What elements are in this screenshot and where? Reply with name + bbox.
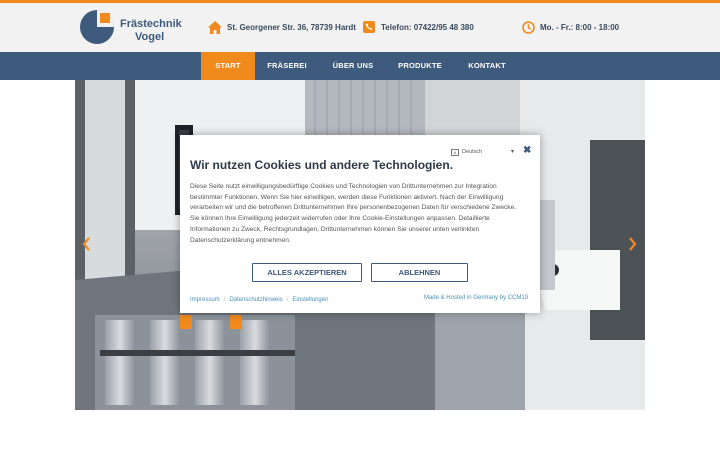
- main-nav: START FRÄSEREI ÜBER UNS PRODUKTE KONTAKT: [0, 52, 720, 80]
- nav-item-produkte[interactable]: PRODUKTE: [392, 52, 448, 80]
- language-select[interactable]: A Deutsch: [451, 147, 482, 157]
- link-separator: /: [286, 297, 289, 303]
- phone-icon: [362, 20, 376, 34]
- logo-accent-square: [100, 13, 110, 23]
- header-hours: Mo. - Fr.: 8:00 - 18:00: [521, 19, 619, 35]
- cookie-consent-dialog: A Deutsch ▾ ✖ Wir nutzen Cookies und and…: [180, 135, 540, 313]
- nav-item-kontakt[interactable]: KONTAKT: [459, 52, 515, 80]
- close-icon[interactable]: ✖: [523, 145, 531, 157]
- site-header: Frästechnik Vogel St. Georgener Str. 36,…: [0, 3, 720, 52]
- logo[interactable]: Frästechnik Vogel: [80, 10, 200, 48]
- logo-text-line2: Vogel: [135, 31, 165, 43]
- link-impressum[interactable]: Impressum: [190, 297, 220, 303]
- link-separator: /: [223, 297, 226, 303]
- phone-text: Telefon: 07422/95 48 380: [381, 22, 474, 32]
- language-icon: A: [451, 148, 459, 156]
- accept-all-button[interactable]: ALLES AKZEPTIEREN: [252, 263, 362, 282]
- nav-item-fraeserei[interactable]: FRÄSEREI: [258, 52, 316, 80]
- home-icon: [208, 20, 222, 34]
- language-label: Deutsch: [462, 149, 483, 155]
- slider-next-icon[interactable]: [628, 236, 638, 252]
- hosted-by-link[interactable]: Made & Hosted in Germany by CCM19: [424, 295, 528, 301]
- caret-down-icon[interactable]: ▾: [511, 148, 514, 155]
- dialog-footer-links: Impressum / Datenschutzhinweis / Einstel…: [190, 295, 328, 305]
- logo-text-line1: Frästechnik: [120, 18, 182, 30]
- dialog-title: Wir nutzen Cookies und andere Technologi…: [190, 158, 454, 172]
- link-datenschutzhinweis[interactable]: Datenschutzhinweis: [229, 297, 282, 303]
- nav-item-ueber-uns[interactable]: ÜBER UNS: [325, 52, 381, 80]
- clock-icon: [521, 20, 535, 34]
- decline-button[interactable]: ABLEHNEN: [371, 263, 468, 282]
- link-einstellungen[interactable]: Einstellungen: [292, 297, 328, 303]
- header-phone[interactable]: Telefon: 07422/95 48 380: [362, 19, 474, 35]
- header-address: St. Georgener Str. 36, 78739 Hardt: [208, 19, 356, 35]
- dialog-text: Diese Seite nutzt einwilligungsbedürftig…: [190, 183, 517, 244]
- address-text: St. Georgener Str. 36, 78739 Hardt: [227, 22, 356, 32]
- slider-prev-icon[interactable]: [81, 236, 91, 252]
- nav-item-start[interactable]: START: [201, 52, 255, 80]
- hours-text: Mo. - Fr.: 8:00 - 18:00: [540, 22, 620, 32]
